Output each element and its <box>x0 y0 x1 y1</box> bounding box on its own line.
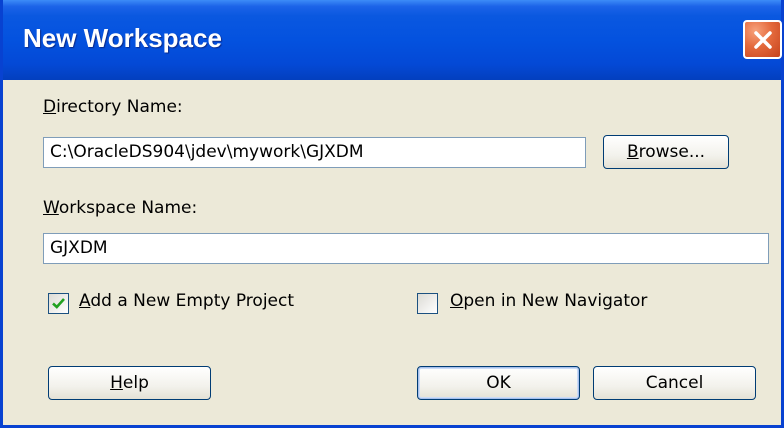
add-empty-project-checkbox[interactable] <box>48 293 69 314</box>
new-workspace-dialog: New Workspace Directory Name: C:\OracleD… <box>0 0 784 428</box>
ok-button[interactable]: OK <box>417 366 580 400</box>
browse-button[interactable]: Browse... <box>603 135 729 169</box>
checkmark-icon <box>52 298 65 309</box>
open-new-navigator-checkbox[interactable] <box>417 293 438 314</box>
open-new-navigator-label[interactable]: Open in New Navigator <box>450 291 647 311</box>
workspace-name-label: Workspace Name: <box>43 198 198 218</box>
directory-name-label: Directory Name: <box>43 97 183 117</box>
close-icon <box>753 30 772 49</box>
cancel-button[interactable]: Cancel <box>593 366 756 400</box>
dialog-body: Directory Name: C:\OracleDS904\jdev\mywo… <box>3 80 781 425</box>
title-bar[interactable]: New Workspace <box>3 0 782 80</box>
close-button[interactable] <box>743 20 782 59</box>
workspace-name-input[interactable]: GJXDM <box>43 233 769 264</box>
dialog-title: New Workspace <box>23 23 222 53</box>
directory-name-input[interactable]: C:\OracleDS904\jdev\mywork\GJXDM <box>43 137 586 168</box>
help-button[interactable]: Help <box>48 366 211 400</box>
add-empty-project-label[interactable]: Add a New Empty Project <box>79 291 294 311</box>
